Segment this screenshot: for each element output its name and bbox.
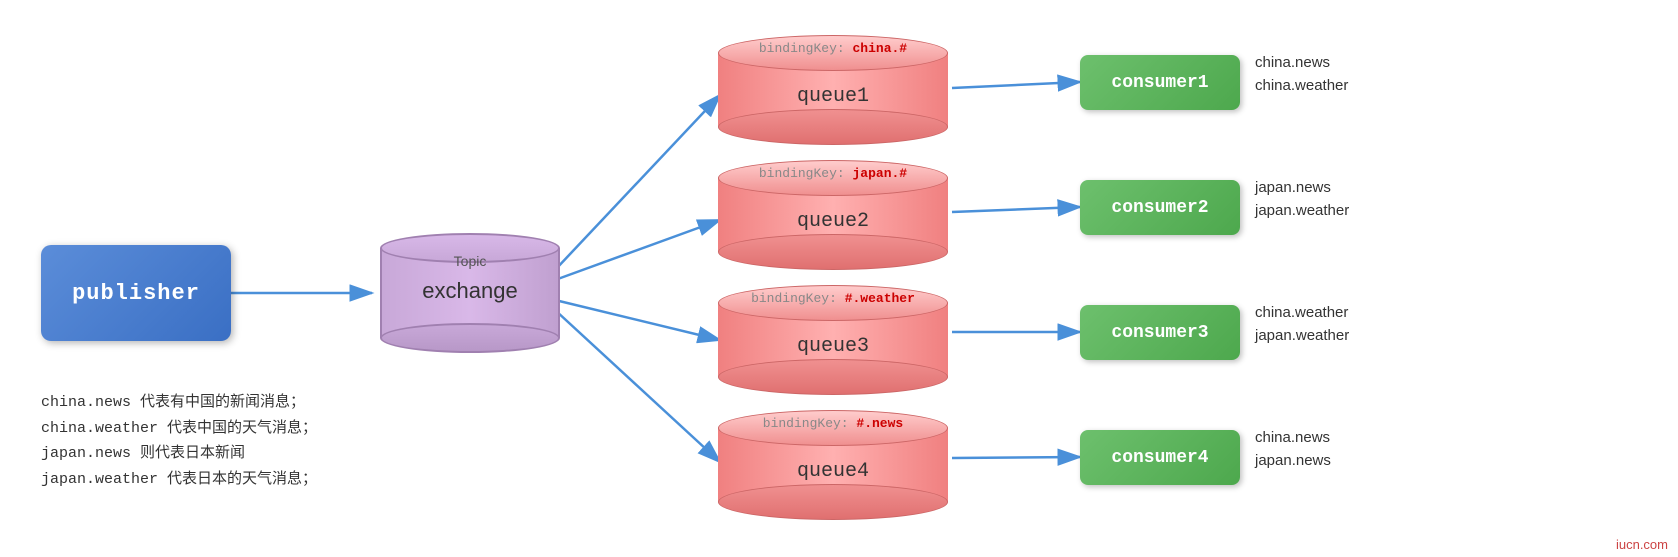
publisher-box: publisher	[41, 245, 231, 341]
consumer1-route2: china.weather	[1255, 75, 1348, 98]
consumer2-routes: japan.news japan.weather	[1255, 177, 1349, 222]
consumer4-route2: japan.news	[1255, 450, 1331, 473]
consumer2-label: consumer2	[1111, 198, 1208, 218]
exchange-container: Topic exchange	[370, 228, 570, 358]
queue2-binding-prefix: bindingKey:	[759, 166, 853, 181]
queue3-name-label: queue3	[718, 335, 948, 358]
note-line2: china.weather 代表中国的天气消息；	[41, 416, 317, 442]
consumer2-box: consumer2	[1080, 180, 1240, 235]
consumer3-route1: china.weather	[1255, 302, 1349, 325]
consumer4-route1: china.news	[1255, 427, 1331, 450]
queue1-name-label: queue1	[718, 85, 948, 108]
queue4-binding-key: #.news	[856, 416, 903, 431]
note-line1: china.news 代表有中国的新闻消息；	[41, 390, 317, 416]
exchange-label-top: Topic	[380, 253, 560, 269]
queue1-binding-key: china.#	[853, 41, 908, 56]
consumer1-route1: china.news	[1255, 52, 1348, 75]
queue3-container: bindingKey: #.weather queue3	[718, 285, 948, 405]
publisher-label: publisher	[72, 281, 200, 306]
consumer4-label: consumer4	[1111, 448, 1208, 468]
consumer3-label: consumer3	[1111, 323, 1208, 343]
queue4-binding-prefix: bindingKey:	[763, 416, 857, 431]
consumer3-box: consumer3	[1080, 305, 1240, 360]
queue3-binding-key: #.weather	[845, 291, 915, 306]
queue1-binding-prefix: bindingKey:	[759, 41, 853, 56]
queue4-binding-label: bindingKey: #.news	[718, 416, 948, 431]
diagram: publisher Topic exchange bindingKey: chi…	[0, 0, 1678, 557]
queue2-cylinder: bindingKey: japan.# queue2	[718, 160, 948, 270]
watermark: iucn.com	[1616, 537, 1668, 552]
queue2-bottom	[718, 234, 948, 270]
queue1-binding-label: bindingKey: china.#	[718, 41, 948, 56]
exchange-cylinder: Topic exchange	[380, 233, 560, 353]
queue1-bottom	[718, 109, 948, 145]
queue1-container: bindingKey: china.# queue1	[718, 35, 948, 155]
queue3-binding-prefix: bindingKey:	[751, 291, 845, 306]
queue4-name-label: queue4	[718, 460, 948, 483]
queue4-container: bindingKey: #.news queue4	[718, 410, 948, 530]
queue2-binding-key: japan.#	[853, 166, 908, 181]
queue1-cylinder: bindingKey: china.# queue1	[718, 35, 948, 145]
consumer2-route2: japan.weather	[1255, 200, 1349, 223]
consumer1-label: consumer1	[1111, 73, 1208, 93]
queue3-binding-label: bindingKey: #.weather	[718, 291, 948, 306]
queue2-container: bindingKey: japan.# queue2	[718, 160, 948, 280]
bottom-note: china.news 代表有中国的新闻消息； china.weather 代表中…	[41, 390, 317, 492]
exchange-label-main: exchange	[380, 278, 560, 304]
exchange-bottom	[380, 323, 560, 353]
consumer1-routes: china.news china.weather	[1255, 52, 1348, 97]
consumer3-routes: china.weather japan.weather	[1255, 302, 1349, 347]
queue3-bottom	[718, 359, 948, 395]
consumer3-route2: japan.weather	[1255, 325, 1349, 348]
note-line4: japan.weather 代表日本的天气消息；	[41, 467, 317, 493]
queue2-name-label: queue2	[718, 210, 948, 233]
queue3-cylinder: bindingKey: #.weather queue3	[718, 285, 948, 395]
note-line3: japan.news 则代表日本新闻	[41, 441, 317, 467]
consumer4-box: consumer4	[1080, 430, 1240, 485]
consumer4-routes: china.news japan.news	[1255, 427, 1331, 472]
consumer1-box: consumer1	[1080, 55, 1240, 110]
queue2-binding-label: bindingKey: japan.#	[718, 166, 948, 181]
consumer2-route1: japan.news	[1255, 177, 1349, 200]
watermark-text: iucn.com	[1616, 537, 1668, 552]
queue4-cylinder: bindingKey: #.news queue4	[718, 410, 948, 520]
queue4-bottom	[718, 484, 948, 520]
